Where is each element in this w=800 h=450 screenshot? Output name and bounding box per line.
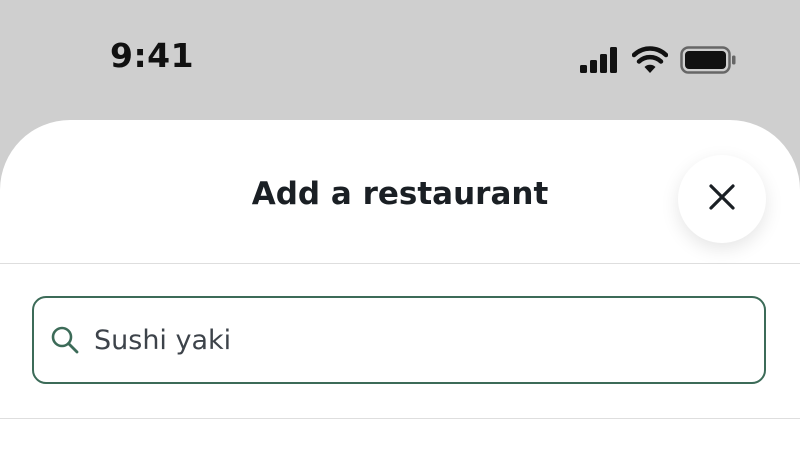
status-bar: 9:41: [0, 0, 800, 120]
search-field[interactable]: [32, 296, 766, 384]
cellular-signal-icon: [580, 47, 620, 73]
wifi-icon: [632, 46, 668, 74]
search-input[interactable]: [94, 324, 764, 356]
divider: [0, 418, 800, 419]
status-icons: [580, 44, 736, 76]
close-button[interactable]: [678, 155, 766, 243]
status-time: 9:41: [110, 36, 195, 75]
add-restaurant-sheet: Add a restaurant: [0, 120, 800, 450]
close-icon: [708, 183, 736, 215]
search-icon: [50, 325, 80, 355]
screen: 9:41 Add a restaurant Sushi yaki: [0, 0, 800, 450]
sheet-header: Add a restaurant: [0, 120, 800, 264]
battery-icon: [680, 46, 736, 74]
